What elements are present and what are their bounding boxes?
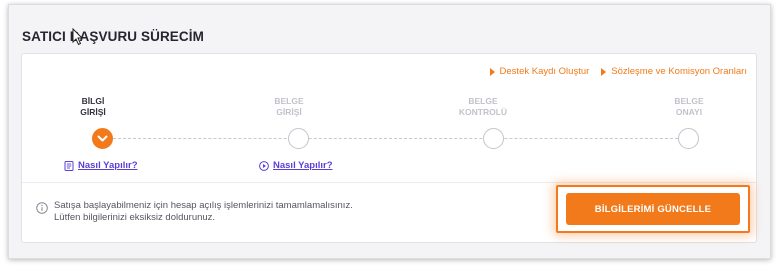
cta-highlight: BİLGİLERİMİ GÜNCELLE [556,185,750,233]
howto-label: Nasıl Yapılır? [273,160,333,171]
info-text: Satışa başlayabilmeniz için hesap açılış… [54,200,353,223]
document-icon [64,160,74,171]
update-my-info-button[interactable]: BİLGİLERİMİ GÜNCELLE [566,193,740,225]
step-label-line: BİLGİ [81,96,105,106]
play-icon [259,160,269,171]
step-dot-document-entry [288,128,309,149]
step-label-line: KONTROLÜ [458,107,508,117]
info-line-1: Satışa başlayabilmeniz için hesap açılış… [54,200,353,211]
step-label-document-approval: BELGE ONAYI [654,96,724,118]
step-label-info-entry: BİLGİ GİRİŞİ [58,96,128,118]
progress-line [103,138,688,139]
caret-right-icon [601,67,607,76]
support-ticket-label: Destek Kaydı Oluştur [499,66,590,77]
step-dot-document-approval [678,128,699,149]
application-panel: SATICI BAŞVURU SÜRECİM Destek Kaydı Oluş… [8,4,771,259]
mouse-cursor-icon [72,28,84,46]
chevron-down-icon [97,135,108,141]
step-label-line: BELGE [468,96,498,106]
top-links: Destek Kaydı Oluştur Sözleşme ve Komisyo… [489,66,747,77]
howto-label: Nasıl Yapılır? [78,160,138,171]
contract-commission-link[interactable]: Sözleşme ve Komisyon Oranları [601,66,747,77]
step-label-line: ONAYI [675,107,703,117]
howto-link-document-entry[interactable]: Nasıl Yapılır? [259,160,333,171]
support-ticket-link[interactable]: Destek Kaydı Oluştur [489,66,590,77]
info-line-2: Lütfen bilgilerinizi eksiksiz doldurunuz… [54,211,216,223]
step-dot-document-control [483,128,504,149]
step-label-line: BELGE [274,96,304,106]
info-icon [36,202,48,214]
info-message: Satışa başlayabilmeniz için hesap açılış… [36,200,353,223]
howto-link-info-entry[interactable]: Nasıl Yapılır? [64,160,138,171]
caret-right-icon [489,67,495,76]
step-label-line: BELGE [674,96,704,106]
section-title: SATICI BAŞVURU SÜRECİM [22,29,204,44]
divider [22,182,756,183]
step-label-document-control: BELGE KONTROLÜ [448,96,518,118]
step-label-line: GİRİŞİ [276,107,302,117]
step-label-line: GİRİŞİ [80,107,106,117]
application-steps-card: Destek Kaydı Oluştur Sözleşme ve Komisyo… [21,53,757,243]
contract-commission-label: Sözleşme ve Komisyon Oranları [611,66,747,77]
step-dot-info-entry[interactable] [92,128,113,149]
step-label-document-entry: BELGE GİRİŞİ [254,96,324,118]
